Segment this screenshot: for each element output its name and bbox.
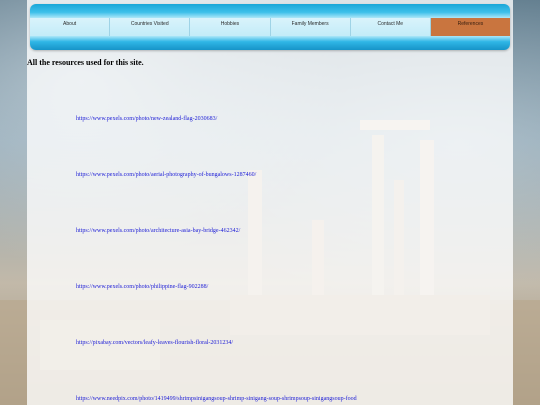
nav-item-family-members[interactable]: Family Members — [270, 18, 351, 36]
reference-link[interactable]: https://www.pexels.com/photo/new-zealand… — [76, 116, 217, 122]
main-nav: About Countries Visited Hobbies Family M… — [30, 18, 511, 36]
reference-link[interactable]: https://pixabay.com/vectors/leafy-leaves… — [76, 340, 233, 346]
reference-link[interactable]: https://www.pexels.com/photo/philippine-… — [76, 284, 208, 290]
nav-item-references[interactable]: References — [430, 18, 511, 36]
nav-item-about[interactable]: About — [30, 18, 111, 36]
nav-item-contact-me[interactable]: Contact Me — [350, 18, 431, 36]
reference-link[interactable]: https://www.needpix.com/photo/1419499/sh… — [76, 396, 357, 402]
page-heading: All the resources used for this site. — [27, 58, 144, 67]
reference-link[interactable]: https://www.pexels.com/photo/aerial-phot… — [76, 172, 256, 178]
nav-item-countries-visited[interactable]: Countries Visited — [110, 18, 191, 36]
nav-item-hobbies[interactable]: Hobbies — [190, 18, 271, 36]
reference-link[interactable]: https://www.pexels.com/photo/architectur… — [76, 228, 240, 234]
